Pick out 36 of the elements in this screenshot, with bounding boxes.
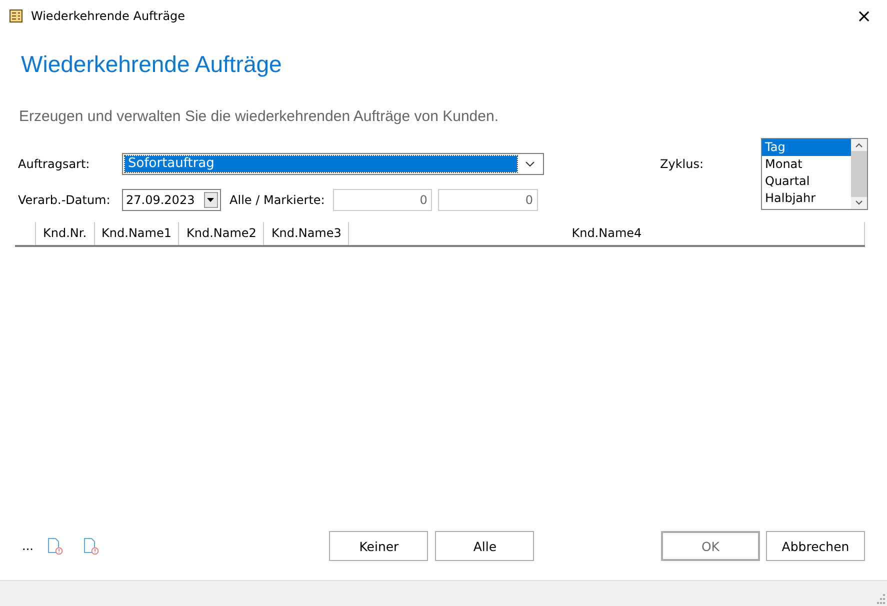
column-header[interactable]: Knd.Nr. <box>36 222 95 245</box>
column-header[interactable]: Knd.Name4 <box>349 222 865 245</box>
column-header[interactable]: Knd.Name2 <box>179 222 264 245</box>
column-header[interactable]: Knd.Name3 <box>264 222 350 245</box>
field-label: Zyklus: <box>660 157 705 171</box>
dialog-button[interactable]: Abbrechen <box>766 531 865 561</box>
app-icon <box>9 9 23 23</box>
close-button[interactable]: × <box>841 0 887 32</box>
column-header[interactable]: Knd.Name1 <box>94 222 180 245</box>
count-field: 0 <box>438 189 538 211</box>
chevron-down-icon[interactable] <box>855 200 863 205</box>
scrollbar[interactable] <box>851 139 867 209</box>
order-type-dropdown[interactable]: Sofortauftrag <box>122 153 544 175</box>
cycle-listbox[interactable]: Tag Monat Quartal Halbjahr <box>761 138 868 210</box>
resize-grip-icon[interactable] <box>875 594 885 604</box>
page-heading: Wiederkehrende Aufträge <box>21 51 283 78</box>
window-title: Wiederkehrende Aufträge <box>31 9 186 23</box>
action-button[interactable]: Alle <box>435 531 534 561</box>
list-item[interactable]: Tag <box>762 139 851 156</box>
more-link[interactable]: ... <box>22 539 34 553</box>
field-label: Alle / Markierte: <box>230 193 326 207</box>
list-item[interactable]: Monat <box>762 156 851 173</box>
document-warning-icon[interactable] <box>47 537 64 555</box>
document-warning-icon[interactable] <box>83 537 100 555</box>
field-label: Auftragsart: <box>18 157 91 171</box>
description: Erzeugen und verwalten Sie die wiederkehrenden Aufträge von Kunden. <box>19 108 500 125</box>
count-field: 0 <box>332 189 432 211</box>
chevron-down-icon <box>525 161 535 167</box>
field-label: Verarb.-Datum: <box>18 193 112 207</box>
date-picker[interactable]: 27.09.2023 <box>122 189 221 211</box>
chevron-up-icon[interactable] <box>855 143 863 148</box>
list-item[interactable]: Halbjahr <box>762 190 851 207</box>
dropdown-button[interactable] <box>204 192 218 208</box>
list-item[interactable]: Quartal <box>762 173 851 190</box>
action-button[interactable]: Keiner <box>329 531 428 561</box>
caret-down-icon <box>207 198 214 202</box>
